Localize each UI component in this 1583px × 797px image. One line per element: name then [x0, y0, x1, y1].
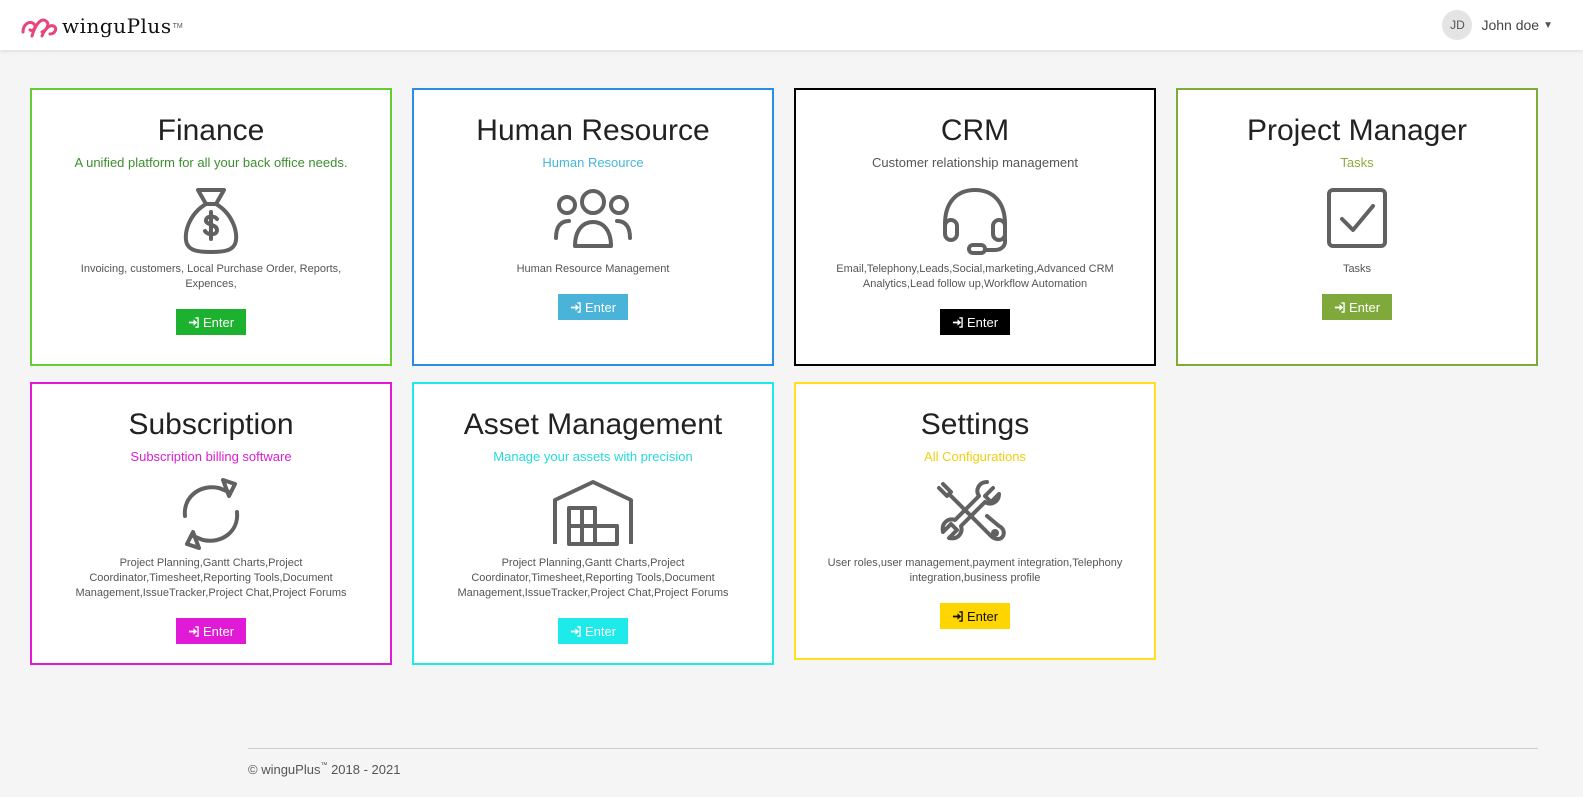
enter-button-label: Enter	[202, 314, 235, 330]
module-card-settings: Settings All Configurations User roles,use…	[794, 382, 1156, 660]
headset-icon	[943, 188, 1007, 255]
user-name: John doe	[1481, 17, 1540, 33]
module-card-crm: CRM Customer relationship management Email…	[794, 88, 1156, 366]
brand-trademark: TM	[172, 22, 183, 30]
sign-in-icon	[952, 610, 963, 622]
module-description: Project Planning,Gantt Charts,Project Co…	[457, 557, 729, 599]
enter-button-label: Enter	[966, 314, 999, 330]
module-description: Project Planning,Gantt Charts,Project Co…	[75, 557, 347, 599]
sign-in-icon	[570, 625, 581, 637]
module-description: User roles,user management,payment integ…	[827, 557, 1123, 584]
module-subtitle: Customer relationship management	[872, 155, 1078, 170]
module-card-finance: Finance A unified platform for all your b…	[30, 88, 392, 366]
module-card-project-manager: Project Manager Tasks Tasks Enter	[1176, 88, 1538, 366]
module-subtitle: Human Resource	[542, 155, 644, 170]
top-navbar: winguPlus TM JD John doe ▼	[0, 0, 1583, 50]
module-subtitle: A unified platform for all your back off…	[74, 155, 348, 170]
module-description: Invoicing, customers, Local Purchase Ord…	[80, 263, 342, 290]
sign-in-icon	[570, 301, 581, 313]
module-title: CRM	[940, 114, 1010, 147]
footer-copyright-prefix: © winguPlus	[248, 762, 321, 777]
module-title: Finance	[157, 114, 265, 147]
module-card-asset-management: Asset Management Manage your assets with …	[412, 382, 774, 665]
warehouse-icon	[553, 480, 633, 546]
enter-button-subscription[interactable]: Enter	[176, 618, 246, 644]
chevron-down-icon: ▼	[1543, 19, 1553, 31]
module-description: Human Resource Management	[516, 263, 670, 275]
enter-button-asset-management[interactable]: Enter	[558, 618, 628, 644]
module-subtitle: Manage your assets with precision	[493, 449, 693, 464]
module-title: Subscription	[128, 408, 294, 441]
module-description: Tasks	[1342, 263, 1372, 275]
footer-copyright: © winguPlus™ 2018 - 2021	[248, 762, 400, 777]
sign-in-icon	[188, 316, 199, 328]
brand-logo-icon	[21, 18, 58, 38]
tools-icon	[937, 480, 1006, 541]
module-card-human-resource: Human Resource Human Resource Human Resour…	[412, 88, 774, 366]
module-title: Human Resource	[476, 114, 710, 147]
sign-in-icon	[952, 316, 963, 328]
module-subtitle: Tasks	[1340, 155, 1374, 170]
enter-button-label: Enter	[1348, 299, 1381, 315]
footer-divider	[248, 748, 1538, 749]
module-description: Email,Telephony,Leads,Social,marketing,A…	[836, 263, 1114, 290]
enter-button-settings[interactable]: Enter	[940, 603, 1010, 629]
enter-button-finance[interactable]: Enter	[176, 309, 246, 335]
enter-button-project-manager[interactable]: Enter	[1322, 294, 1392, 320]
sign-in-icon	[188, 625, 199, 637]
avatar: JD	[1442, 10, 1473, 40]
footer-years: 2018 - 2021	[327, 762, 401, 777]
brand-name: winguPlus	[62, 14, 172, 38]
module-subtitle: Subscription billing software	[130, 449, 292, 464]
brand-logo-link[interactable]: winguPlus TM	[20, 12, 183, 40]
enter-button-crm[interactable]: Enter	[940, 309, 1010, 335]
enter-button-label: Enter	[584, 299, 617, 315]
users-group-icon	[554, 189, 632, 248]
enter-button-human-resource[interactable]: Enter	[558, 294, 628, 320]
checkbox-icon	[1327, 188, 1387, 248]
module-title: Asset Management	[463, 408, 723, 441]
refresh-icon	[182, 478, 240, 550]
module-title: Project Manager	[1246, 114, 1468, 147]
user-menu[interactable]: JD John doe ▼	[1442, 10, 1553, 40]
enter-button-label: Enter	[966, 608, 999, 624]
module-subtitle: All Configurations	[924, 449, 1026, 464]
enter-button-label: Enter	[584, 623, 617, 639]
enter-button-label: Enter	[202, 623, 235, 639]
module-title: Settings	[920, 408, 1030, 441]
money-bag-icon	[183, 188, 239, 254]
module-card-subscription: Subscription Subscription billing softwar…	[30, 382, 392, 665]
sign-in-icon	[1334, 301, 1345, 313]
